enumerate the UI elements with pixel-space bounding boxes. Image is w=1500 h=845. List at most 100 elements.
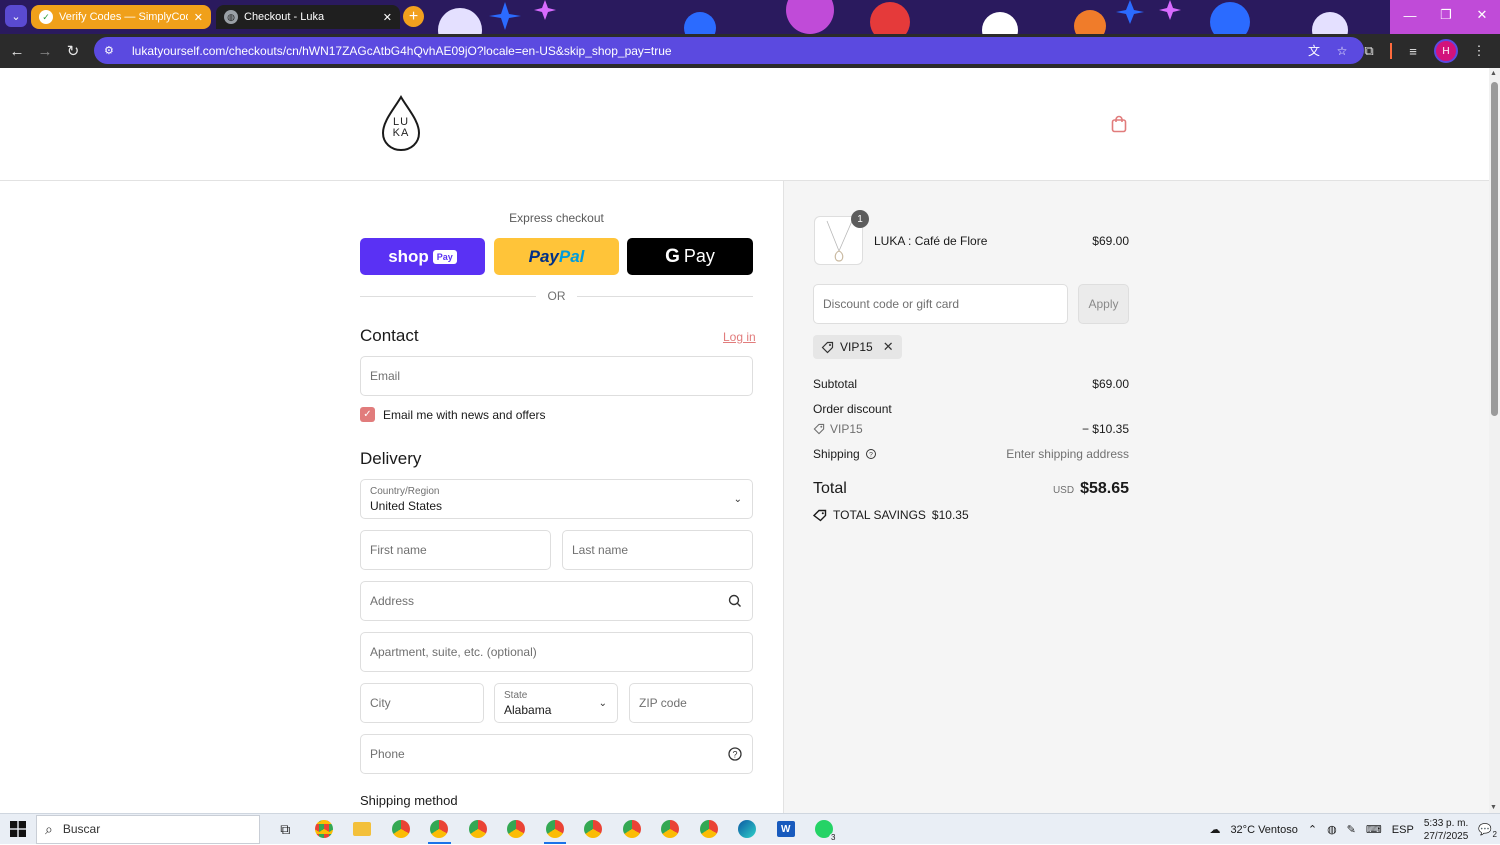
apply-discount-button[interactable]: Apply: [1078, 284, 1129, 324]
scroll-down-icon[interactable]: ▼: [1490, 804, 1497, 811]
clock[interactable]: 5:33 p. m. 27/7/2025: [1424, 817, 1469, 843]
file-explorer-icon[interactable]: [343, 814, 382, 845]
tab-close-icon[interactable]: ✕: [194, 11, 203, 24]
windows-start-icon[interactable]: [0, 814, 36, 845]
whatsapp-icon[interactable]: 3: [805, 814, 844, 845]
chrome-icon[interactable]: [690, 814, 729, 845]
tab-title: Checkout - Luka: [244, 11, 325, 23]
newsletter-label: Email me with news and offers: [383, 407, 546, 422]
zip-field[interactable]: ZIP code: [629, 683, 753, 723]
email-field[interactable]: Email: [360, 356, 753, 396]
address-field[interactable]: Address: [360, 581, 753, 621]
chrome-icon[interactable]: [497, 814, 536, 845]
simplycodes-favicon-icon: ✓: [39, 10, 53, 24]
weather-text[interactable]: 32°C Ventoso: [1230, 824, 1297, 836]
tab-simplycodes[interactable]: ✓ Verify Codes — SimplyCodes ✕: [31, 5, 211, 29]
zip-placeholder: ZIP code: [639, 696, 687, 710]
phone-placeholder: Phone: [370, 747, 405, 761]
extensions-icon[interactable]: ⧉: [1356, 38, 1382, 64]
taskbar-search[interactable]: ⌕ Buscar: [36, 814, 260, 844]
city-field[interactable]: City: [360, 683, 484, 723]
luka-logo[interactable]: LU KA: [380, 95, 422, 153]
first-name-field[interactable]: First name: [360, 530, 551, 570]
savings-label: TOTAL SAVINGS: [833, 508, 926, 522]
product-name: LUKA : Café de Flore: [874, 234, 988, 248]
total-savings: TOTAL SAVINGS $10.35: [813, 508, 969, 522]
restore-icon[interactable]: ❐: [1428, 0, 1464, 30]
country-value: United States: [370, 499, 443, 513]
chrome-icon[interactable]: [305, 814, 344, 845]
first-name-placeholder: First name: [370, 543, 427, 557]
shipping-row: Shipping ? Enter shipping address: [813, 447, 1129, 461]
discount-code-row: VIP15 − $10.35: [813, 422, 1129, 436]
close-window-icon[interactable]: ✕: [1464, 0, 1500, 30]
browser-menu-icon[interactable]: ⋮: [1466, 38, 1492, 64]
shopping-bag-icon[interactable]: [1110, 115, 1128, 133]
new-tab-button[interactable]: +: [403, 6, 424, 27]
remove-code-icon[interactable]: ✕: [883, 339, 894, 355]
windows-taskbar: ⌕ Buscar ⧉ W 3 ☁ 32°C Ventoso ⌃ ◍ ✎ ⌨ ES…: [0, 813, 1500, 844]
newsletter-option[interactable]: ✓ Email me with news and offers: [360, 407, 546, 422]
savings-tag-icon: [813, 509, 827, 521]
newsletter-checkbox[interactable]: ✓: [360, 407, 375, 422]
quantity-badge: 1: [851, 210, 869, 228]
last-name-placeholder: Last name: [572, 543, 629, 557]
gpay-wordmark: Pay: [683, 246, 715, 266]
tab-checkout-luka[interactable]: ◍ Checkout - Luka ✕: [216, 5, 400, 29]
applied-code-text: VIP15: [840, 340, 873, 354]
google-g-icon: G: [665, 245, 680, 267]
chrome-icon[interactable]: [613, 814, 652, 845]
notification-icon[interactable]: 💬 2: [1478, 823, 1497, 839]
chrome-profile-icon[interactable]: [420, 814, 459, 845]
discount-code-input[interactable]: Discount code or gift card: [813, 284, 1068, 324]
apartment-field[interactable]: Apartment, suite, etc. (optional): [360, 632, 753, 672]
minimize-icon[interactable]: —: [1392, 0, 1428, 30]
reload-button[interactable]: ↻: [59, 37, 87, 65]
chrome-active-icon[interactable]: [536, 814, 575, 845]
url-text[interactable]: lukatyourself.com/checkouts/cn/hWN17ZAGc…: [132, 44, 1298, 58]
help-circle-icon[interactable]: ?: [727, 746, 743, 762]
chrome-icon[interactable]: [459, 814, 498, 845]
discount-value: − $10.35: [1081, 422, 1129, 436]
chrome-icon[interactable]: [574, 814, 613, 845]
paypal-wordmark-b: Pal: [558, 246, 585, 266]
language-indicator[interactable]: ESP: [1392, 824, 1414, 836]
help-circle-icon[interactable]: ?: [865, 448, 877, 460]
bookmark-star-icon[interactable]: ☆: [1330, 44, 1354, 58]
last-name-field[interactable]: Last name: [562, 530, 753, 570]
translate-icon[interactable]: 文: [1302, 42, 1326, 59]
order-discount-row: Order discount: [813, 402, 1129, 416]
country-select[interactable]: Country/Region United States ⌄: [360, 479, 753, 519]
scrollbar-thumb[interactable]: [1491, 82, 1498, 416]
google-pay-button[interactable]: G Pay: [627, 238, 753, 275]
chrome-icon[interactable]: [651, 814, 690, 845]
task-view-icon[interactable]: ⧉: [266, 814, 305, 845]
network-icon[interactable]: ◍: [1327, 823, 1337, 836]
profile-avatar[interactable]: H: [1434, 39, 1458, 63]
address-bar[interactable]: ⚙ lukatyourself.com/checkouts/cn/hWN17ZA…: [94, 37, 1364, 64]
system-tray: ☁ 32°C Ventoso ⌃ ◍ ✎ ⌨ ESP 5:33 p. m. 27…: [1209, 814, 1500, 845]
login-link[interactable]: Log in: [723, 330, 756, 344]
page-scrollbar[interactable]: ▲ ▼: [1489, 68, 1500, 813]
media-control-icon[interactable]: ≡: [1400, 38, 1426, 64]
chrome-icon[interactable]: [382, 814, 421, 845]
pen-icon[interactable]: ✎: [1347, 823, 1356, 836]
edge-icon[interactable]: [728, 814, 767, 845]
shop-pay-button[interactable]: shop Pay: [360, 238, 485, 275]
phone-field[interactable]: Phone ?: [360, 734, 753, 774]
chevron-down-icon: ⌄: [733, 494, 742, 505]
keyboard-icon[interactable]: ⌨: [1366, 823, 1382, 836]
back-button[interactable]: ←: [3, 37, 31, 65]
paypal-button[interactable]: Pay Pal: [494, 238, 619, 275]
site-info-icon[interactable]: ⚙: [104, 44, 120, 57]
country-label: Country/Region: [370, 486, 440, 497]
scroll-up-icon[interactable]: ▲: [1490, 70, 1497, 77]
chevron-up-icon[interactable]: ⌃: [1308, 823, 1317, 836]
word-icon[interactable]: W: [767, 814, 806, 845]
product-price: $69.00: [1092, 234, 1129, 248]
forward-button[interactable]: →: [31, 37, 59, 65]
tab-search-button[interactable]: ⌄: [5, 5, 27, 27]
tab-close-icon[interactable]: ✕: [383, 11, 392, 24]
state-select[interactable]: State Alabama ⌄: [494, 683, 618, 723]
or-divider: OR: [360, 289, 753, 303]
